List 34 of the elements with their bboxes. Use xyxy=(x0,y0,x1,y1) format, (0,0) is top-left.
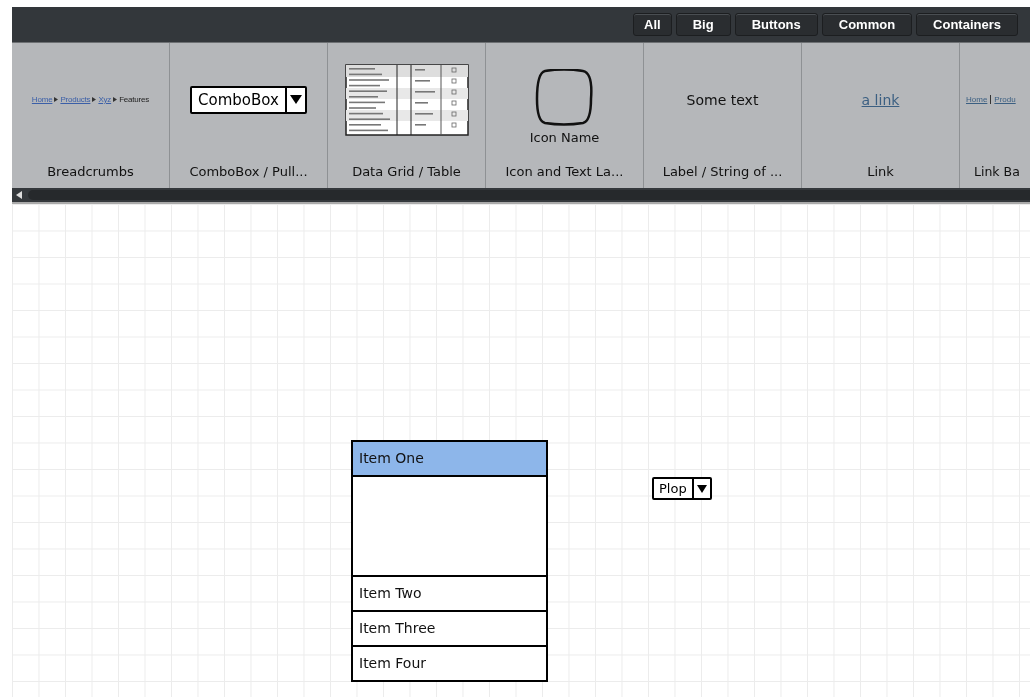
component-caption[interactable]: Icon and Text La... xyxy=(486,156,643,179)
combobox[interactable]: ComboBox xyxy=(190,85,307,114)
component-caption[interactable]: Link Ba xyxy=(960,156,1030,179)
component-caption[interactable]: Label / String of ... xyxy=(644,156,801,179)
chevron-icon xyxy=(92,97,97,102)
filter-button[interactable]: Big xyxy=(675,13,731,36)
filter-button[interactable]: Common xyxy=(821,13,913,36)
filter-button[interactable]: All xyxy=(633,13,672,36)
icon-placeholder-icon xyxy=(535,68,594,126)
component-caption[interactable]: Data Grid / Table xyxy=(328,156,485,179)
icon-label: Icon Name xyxy=(529,129,600,145)
list-item[interactable]: Item Two xyxy=(353,577,546,612)
dropdown-arrow-icon xyxy=(696,484,707,493)
list-item[interactable]: Item One xyxy=(353,442,546,477)
list-item[interactable]: Item Three xyxy=(353,612,546,647)
chevron-icon xyxy=(54,97,59,102)
chevron-icon xyxy=(113,97,118,102)
link-bar-item[interactable]: Produ xyxy=(990,95,1019,104)
combobox-value: ComboBox xyxy=(197,89,280,111)
combobox-value: Plop xyxy=(658,480,688,498)
horizontal-scrollbar[interactable] xyxy=(12,188,1030,204)
list-item[interactable]: Item Four xyxy=(353,647,546,680)
filter-button[interactable]: Containers xyxy=(916,13,1018,36)
link-bar-item[interactable]: Home xyxy=(963,95,991,104)
scroll-left-icon[interactable] xyxy=(16,191,22,199)
filter-button[interactable]: Buttons xyxy=(734,13,818,36)
list-box[interactable]: Item One Item Two Item Three Item Four xyxy=(351,440,548,682)
component-caption[interactable]: Breadcrumbs xyxy=(12,156,169,179)
dropdown-arrow-icon xyxy=(289,95,302,104)
component-caption[interactable]: ComboBox / Pull... xyxy=(170,156,327,179)
combobox[interactable]: Plop xyxy=(652,477,712,500)
label-text: Some text xyxy=(686,91,759,108)
component-caption[interactable]: Link xyxy=(802,156,959,179)
breadcrumb-item: Features xyxy=(119,95,150,104)
